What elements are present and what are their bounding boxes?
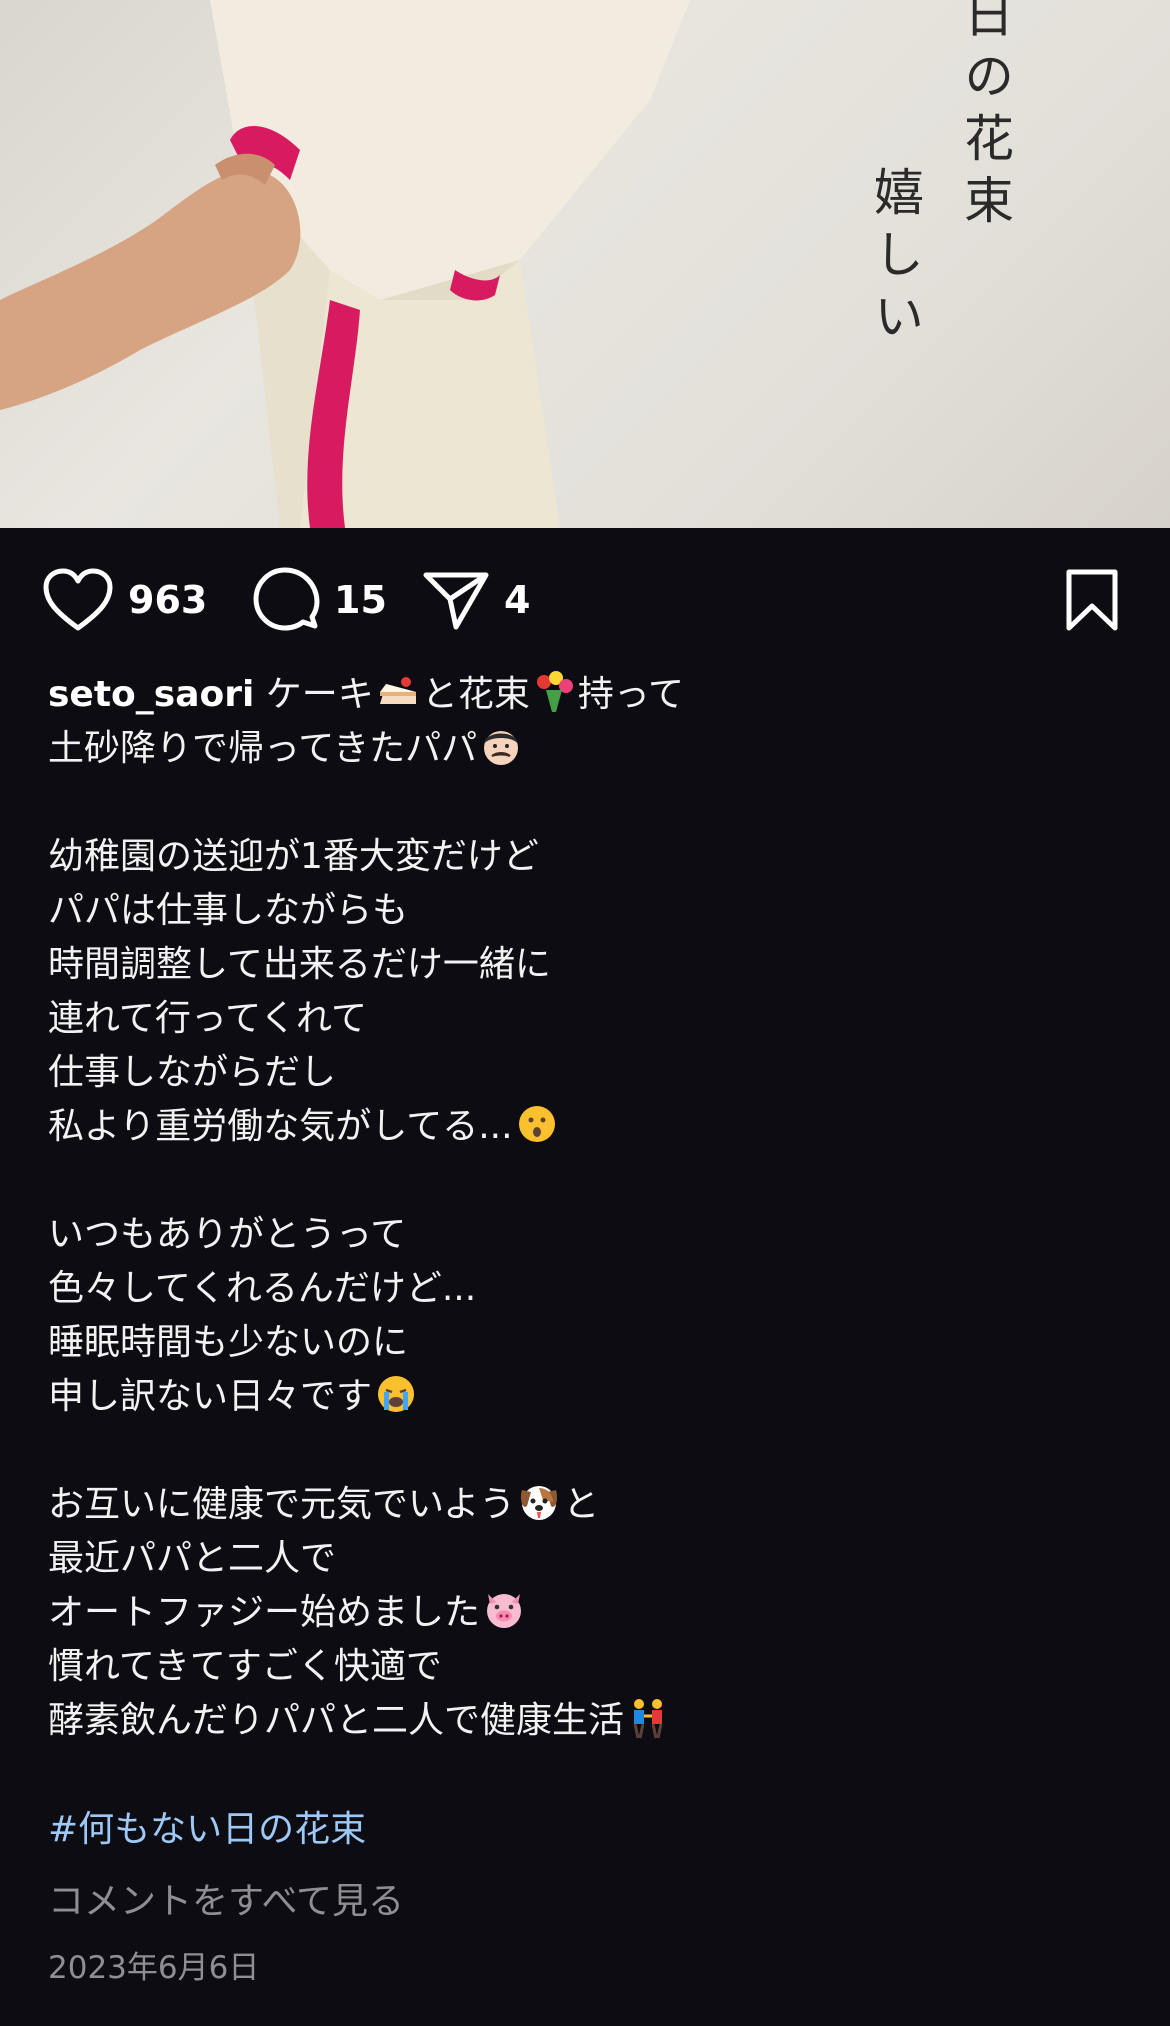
send-icon [423, 572, 489, 630]
pig-face-icon [487, 1594, 522, 1628]
bookmark-icon [1066, 569, 1118, 631]
comment-button[interactable]: 15 [252, 560, 387, 640]
cake-icon [379, 677, 416, 704]
crying-face-icon [378, 1376, 415, 1412]
surprised-face-icon [518, 1106, 555, 1142]
post-image[interactable]: 日の花束 嬉しい [0, 0, 1170, 528]
caption-text: 連れて行ってくれて [48, 998, 367, 1039]
man-face-icon [484, 731, 519, 765]
dog-face-icon [521, 1486, 558, 1520]
share-button[interactable]: 4 [422, 560, 530, 640]
like-count: 963 [128, 578, 208, 622]
caption-text: 申し訳ない日々です [48, 1376, 373, 1417]
overlay-text-right: 日の花束 [956, 0, 1014, 236]
caption-text: 時間調整して出来るだけ一緒に [48, 944, 551, 985]
caption-text: ケーキ [265, 674, 374, 715]
caption-text: 幼稚園の送迎が1番大変だけど [48, 836, 539, 877]
save-button[interactable] [1064, 560, 1120, 640]
post-caption: seto_saori ケーキ と花束 持って 土砂降りで帰ってきたパパ 幼稚園の送迎… [48, 668, 1128, 1748]
caption-text: と花束 [421, 674, 530, 715]
caption-text: 最近パパと二人で [48, 1538, 337, 1579]
caption-text: いつもありがとうって [48, 1214, 407, 1255]
overlay-text-left: 嬉しい [866, 166, 924, 352]
caption-text: パパは仕事しながらも [48, 890, 409, 931]
caption-text: 土砂降りで帰ってきたパパ [48, 728, 478, 769]
caption-text: 色々してくれるんだけど... [48, 1268, 477, 1309]
like-button[interactable]: 963 [42, 560, 207, 640]
hashtag-link[interactable]: #何もない日の花束 [48, 1800, 366, 1852]
caption-text: オートファジー始めました [48, 1592, 481, 1633]
caption-text: 私より重労働な気がしてる... [48, 1106, 513, 1147]
action-bar: 963 15 4 [0, 560, 1170, 640]
caption-text: と [563, 1484, 600, 1525]
comment-bubble-icon [253, 567, 320, 631]
heart-icon [43, 568, 113, 631]
caption-text: 持って [577, 674, 685, 715]
username-link[interactable]: seto_saori [48, 674, 254, 715]
couple-icon [633, 1699, 663, 1739]
caption-text: お互いに健康で元気でいよう [48, 1484, 516, 1525]
caption-text: 睡眠時間も少ないのに [48, 1322, 409, 1363]
comment-count: 15 [334, 578, 387, 622]
bouquet-icon [536, 671, 573, 712]
caption-text: 酵素飲んだりパパと二人で健康生活 [48, 1700, 625, 1741]
share-count: 4 [504, 578, 531, 622]
caption-text: 仕事しながらだし [48, 1052, 337, 1093]
caption-text: 慣れてきてすごく快適で [48, 1646, 442, 1687]
post-date: 2023年6月6日 [48, 1950, 260, 1986]
view-all-comments-link[interactable]: コメントをすべて見る [48, 1872, 404, 1924]
